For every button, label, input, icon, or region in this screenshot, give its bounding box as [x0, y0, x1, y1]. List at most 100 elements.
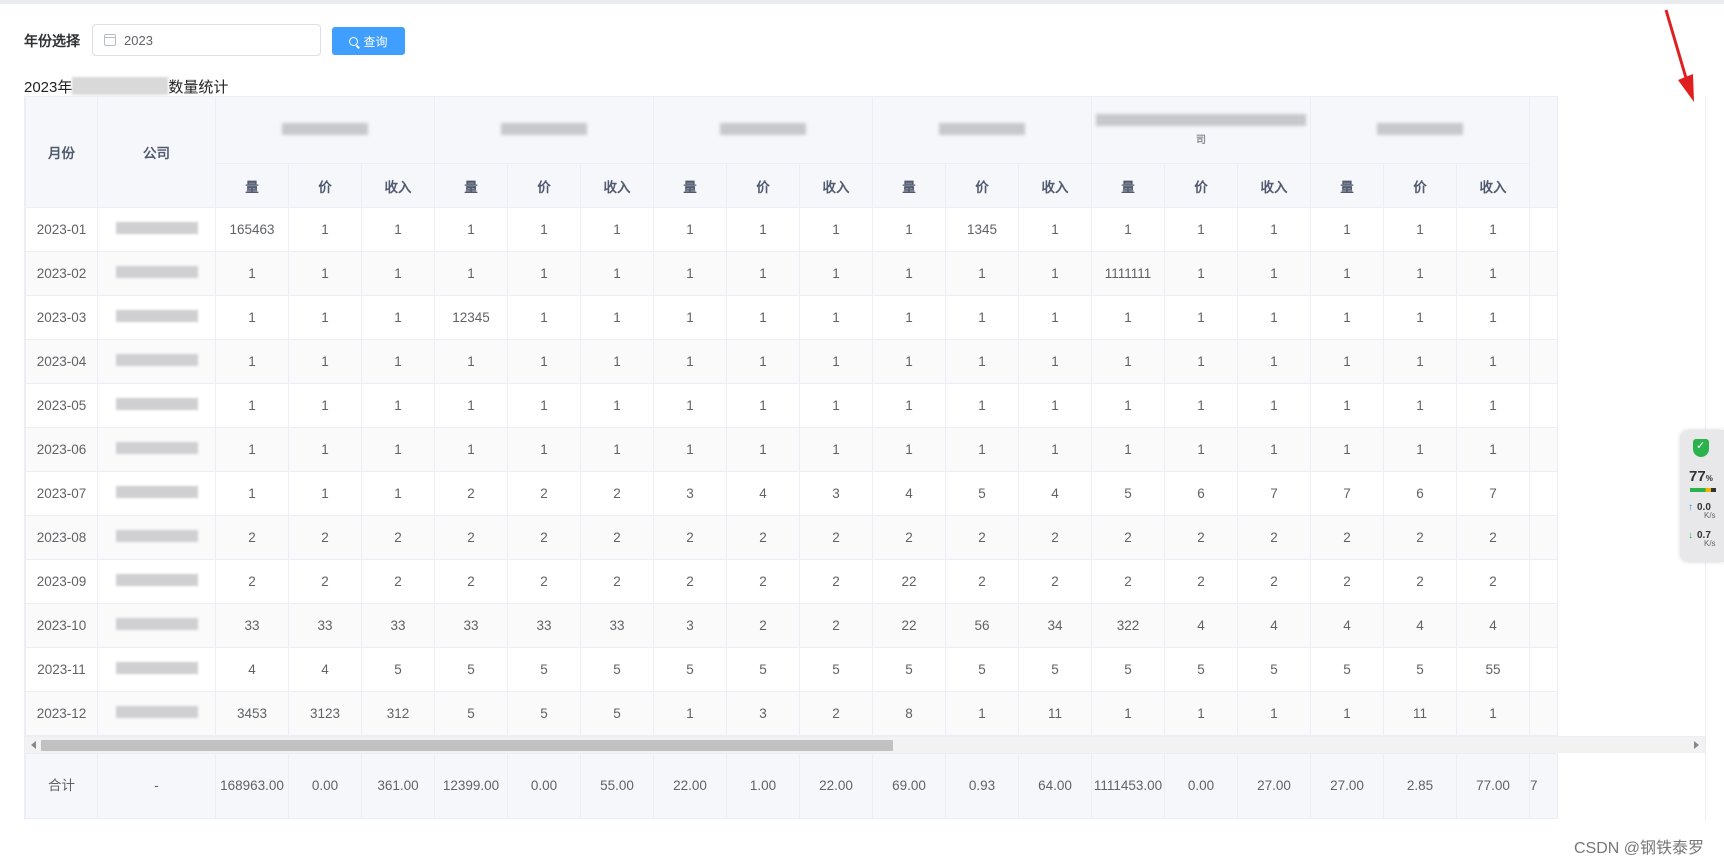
horizontal-scrollbar[interactable] — [25, 736, 1705, 753]
network-monitor-widget[interactable]: 77% ↑0.0K/s ↓0.7K/s — [1680, 430, 1724, 562]
value-cell-revenue: 2 — [1236, 559, 1312, 604]
value-cell-price: 2 — [507, 515, 581, 560]
value-cell-revenue: 1 — [1456, 383, 1531, 428]
scroll-left-icon[interactable] — [31, 741, 36, 749]
redacted-group-name — [282, 122, 368, 135]
month-cell: 2023-09 — [25, 559, 98, 604]
partial-cell — [1529, 251, 1559, 296]
company-cell — [97, 471, 216, 516]
total-cell-qty: 27.00 — [1310, 753, 1384, 819]
value-cell-revenue: 1 — [361, 471, 435, 516]
value-cell-price: 2 — [945, 559, 1019, 604]
total-cell-revenue: 64.00 — [1018, 753, 1092, 819]
search-icon — [349, 36, 359, 46]
value-cell-qty: 2 — [215, 559, 289, 604]
value-cell-price: 1 — [726, 207, 800, 252]
value-cell-price: 1 — [288, 471, 362, 516]
value-cell-qty: 2 — [434, 559, 508, 604]
value-cell-price: 4 — [1383, 603, 1458, 648]
value-cell-qty: 1 — [1091, 295, 1165, 340]
value-cell-price: 5 — [945, 647, 1019, 692]
month-cell: 2023-07 — [25, 471, 98, 516]
value-cell-qty: 1 — [1310, 339, 1385, 384]
value-cell-revenue: 2 — [361, 515, 435, 560]
value-cell-price: 1 — [1164, 251, 1238, 296]
year-picker[interactable] — [92, 24, 321, 56]
value-cell-price: 1 — [1164, 339, 1238, 384]
value-cell-qty: 2 — [1310, 559, 1385, 604]
value-cell-revenue: 1 — [1456, 207, 1531, 252]
header-revenue: 收入 — [361, 163, 435, 208]
value-cell-qty: 4 — [215, 647, 289, 692]
value-cell-qty: 1 — [215, 295, 289, 340]
table-footer: 合计 -168963.00 0.00 361.00 12399.00 0.00 55.00 2… — [25, 753, 1558, 819]
value-cell-revenue: 2 — [799, 691, 873, 736]
value-cell-qty: 1 — [215, 427, 289, 472]
total-cell-qty: 168963.00 — [215, 753, 289, 819]
value-cell-revenue: 1 — [799, 251, 873, 296]
value-cell-revenue: 1 — [1018, 427, 1092, 472]
redacted-company-name — [115, 398, 198, 410]
value-cell-revenue: 2 — [1018, 515, 1092, 560]
company-cell — [97, 647, 216, 692]
table-row: 2023-12 3453 3123 312 5 5 5 1 3 2 8 1 11 1 1 1 1 11 1 — [25, 691, 1559, 736]
month-cell: 2023-08 — [25, 515, 98, 560]
redacted-company-name — [115, 574, 198, 586]
header-qty: 量 — [1310, 163, 1385, 208]
value-cell-revenue: 7 — [1236, 471, 1312, 516]
year-input[interactable] — [124, 30, 304, 50]
value-cell-qty: 2 — [872, 515, 946, 560]
header-price: 价 — [507, 163, 581, 208]
value-cell-revenue: 1 — [799, 207, 873, 252]
header-price: 价 — [945, 163, 1019, 208]
value-cell-price: 1 — [1383, 383, 1458, 428]
query-button[interactable]: 查询 — [332, 27, 405, 55]
value-cell-qty: 2 — [653, 559, 727, 604]
value-cell-price: 5 — [945, 471, 1019, 516]
statistics-table: 月份 公司司量价收入量价收入量价收入量价收入量价收入量价收入 2023-01 165… — [24, 96, 1706, 820]
value-cell-qty: 5 — [872, 647, 946, 692]
redacted-group-name — [501, 122, 587, 135]
value-cell-revenue: 1 — [580, 339, 654, 384]
value-cell-qty: 1 — [872, 339, 946, 384]
value-cell-price: 1 — [945, 383, 1019, 428]
upload-rate: ↑ 0.0 K/s — [1688, 502, 1716, 520]
company-cell — [97, 383, 216, 428]
value-cell-qty: 5 — [1091, 471, 1165, 516]
header-qty: 量 — [434, 163, 508, 208]
total-cell-qty: 22.00 — [653, 753, 727, 819]
header-group-redacted: 司 — [1090, 96, 1312, 164]
table-row: 2023-02 1 1 1 1 1 1 1 1 1 1 1 1 1111111 1 1 1 1 1 — [25, 251, 1559, 296]
value-cell-revenue: 11 — [1018, 691, 1092, 736]
value-cell-revenue: 1 — [1018, 207, 1092, 252]
value-cell-revenue: 1 — [1456, 427, 1531, 472]
arrow-down-icon: ↓ — [1688, 530, 1693, 541]
calendar-icon — [104, 34, 116, 46]
total-cell-price: 2.85 — [1383, 753, 1457, 819]
scrollbar-thumb[interactable] — [41, 740, 893, 751]
value-cell-qty: 33 — [215, 603, 289, 648]
value-cell-qty: 1 — [653, 251, 727, 296]
value-cell-qty: 7 — [1310, 471, 1385, 516]
header-revenue: 收入 — [799, 163, 873, 208]
value-cell-qty: 1 — [653, 339, 727, 384]
value-cell-revenue: 5 — [580, 647, 654, 692]
value-cell-revenue: 1 — [1236, 251, 1312, 296]
value-cell-qty: 1 — [653, 383, 727, 428]
value-cell-revenue: 1 — [799, 295, 873, 340]
total-company: - — [97, 753, 216, 819]
table-title-suffix: 数量统计 — [168, 79, 229, 96]
scroll-right-icon[interactable] — [1694, 741, 1699, 749]
total-cell-price: 0.00 — [288, 753, 362, 819]
value-cell-qty: 3 — [653, 603, 727, 648]
value-cell-qty: 1 — [434, 427, 508, 472]
partial-cell — [1529, 515, 1559, 560]
value-cell-revenue: 1 — [580, 427, 654, 472]
value-cell-revenue: 1 — [1018, 383, 1092, 428]
value-cell-qty: 5 — [434, 647, 508, 692]
table-row: 2023-03 1 1 1 12345 1 1 1 1 1 1 1 1 1 1 1 1 1 1 — [25, 295, 1559, 340]
value-cell-qty: 1 — [653, 295, 727, 340]
value-cell-revenue: 1 — [580, 251, 654, 296]
value-cell-revenue: 1 — [361, 251, 435, 296]
value-cell-qty: 33 — [434, 603, 508, 648]
